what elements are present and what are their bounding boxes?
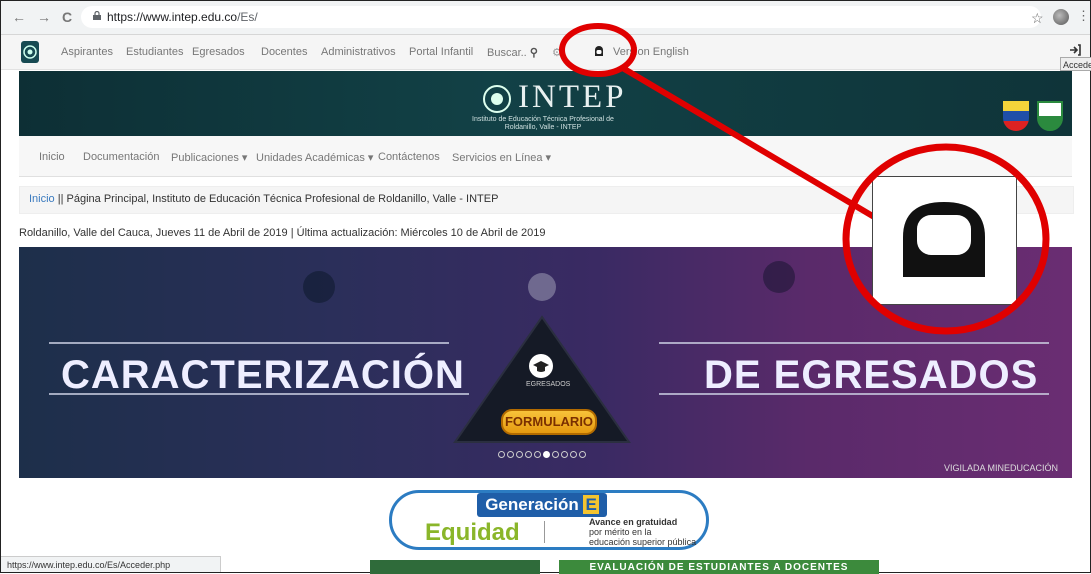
annotation-big-circle bbox=[842, 143, 1050, 335]
annotation-overlay-top bbox=[842, 143, 1050, 335]
